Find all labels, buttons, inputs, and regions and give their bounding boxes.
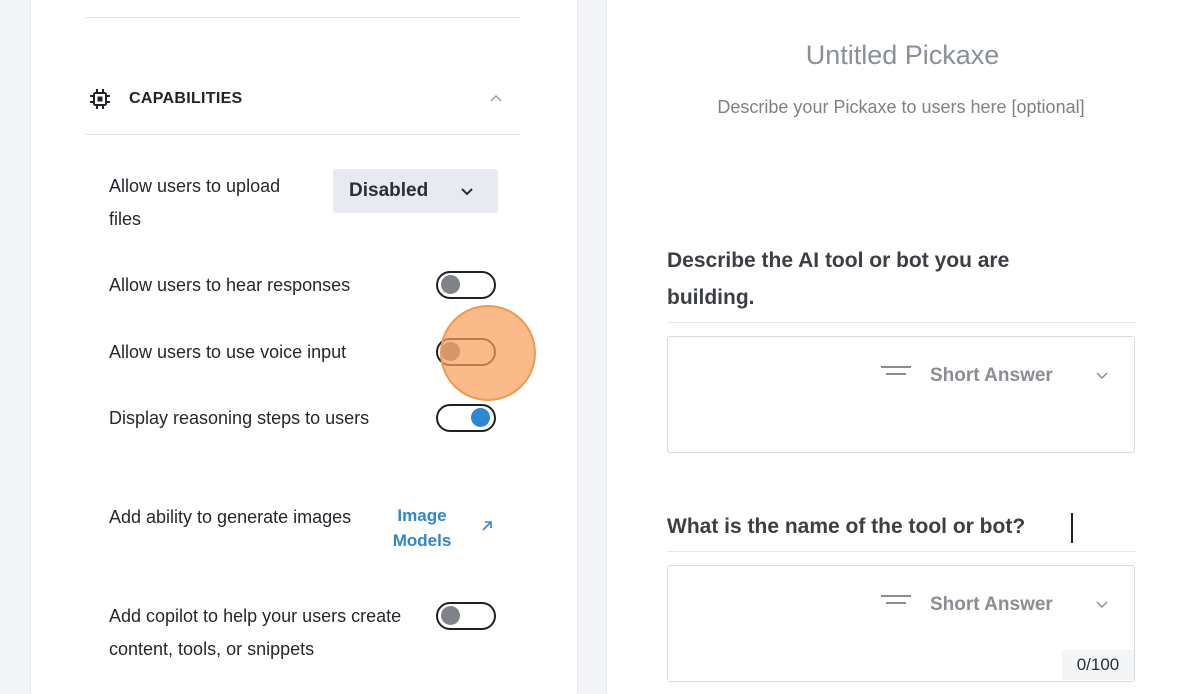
- chevron-down-icon: [461, 188, 473, 196]
- reasoning-steps-toggle[interactable]: [436, 404, 496, 432]
- upload-files-select[interactable]: Disabled: [333, 169, 498, 213]
- chevron-down-icon[interactable]: [1094, 596, 1110, 612]
- question-divider: [667, 322, 1137, 323]
- question-2-text[interactable]: What is the name of the tool or bot?: [667, 508, 1137, 545]
- pickaxe-description: Describe your Pickaxe to users here [opt…: [717, 97, 1085, 117]
- character-counter: 0/100: [1062, 650, 1134, 680]
- answer-type-label[interactable]: Short Answer: [930, 594, 1053, 616]
- upload-files-label: Allow users to upload files: [109, 176, 281, 229]
- hear-responses-toggle[interactable]: [436, 271, 496, 299]
- toggle-knob: [441, 606, 460, 625]
- answer-type-label[interactable]: Short Answer: [930, 365, 1053, 387]
- question-1-answer-box[interactable]: Short Answer: [667, 336, 1135, 453]
- generate-images-label: Add ability to generate images: [109, 507, 352, 527]
- toggle-knob: [471, 408, 490, 427]
- short-text-icon: [881, 595, 911, 604]
- text-cursor: [1071, 513, 1073, 543]
- question-divider: [667, 551, 1137, 552]
- voice-input-label: Allow users to use voice input: [109, 342, 347, 362]
- external-link-icon[interactable]: [480, 519, 494, 533]
- copilot-label: Add copilot to help your users create co…: [109, 606, 402, 659]
- hear-responses-label: Allow users to hear responses: [109, 275, 351, 295]
- reasoning-steps-label: Display reasoning steps to users: [109, 408, 370, 428]
- capabilities-section-header[interactable]: CAPABILITIES: [85, 76, 521, 135]
- cpu-chip-icon: [90, 89, 110, 109]
- chevron-down-icon[interactable]: [1094, 367, 1110, 383]
- toggle-knob: [441, 275, 460, 294]
- capabilities-title: CAPABILITIES: [129, 90, 243, 107]
- upload-files-value: Disabled: [349, 180, 429, 201]
- click-indicator: [440, 305, 536, 401]
- copilot-toggle[interactable]: [436, 602, 496, 630]
- short-text-icon: [881, 366, 911, 375]
- pickaxe-title: Untitled Pickaxe: [805, 40, 1000, 70]
- image-models-link[interactable]: Image Models: [382, 503, 462, 553]
- question-1-text: Describe the AI tool or bot you are buil…: [667, 249, 1010, 309]
- chevron-up-icon[interactable]: [486, 88, 506, 108]
- section-divider: [85, 17, 521, 18]
